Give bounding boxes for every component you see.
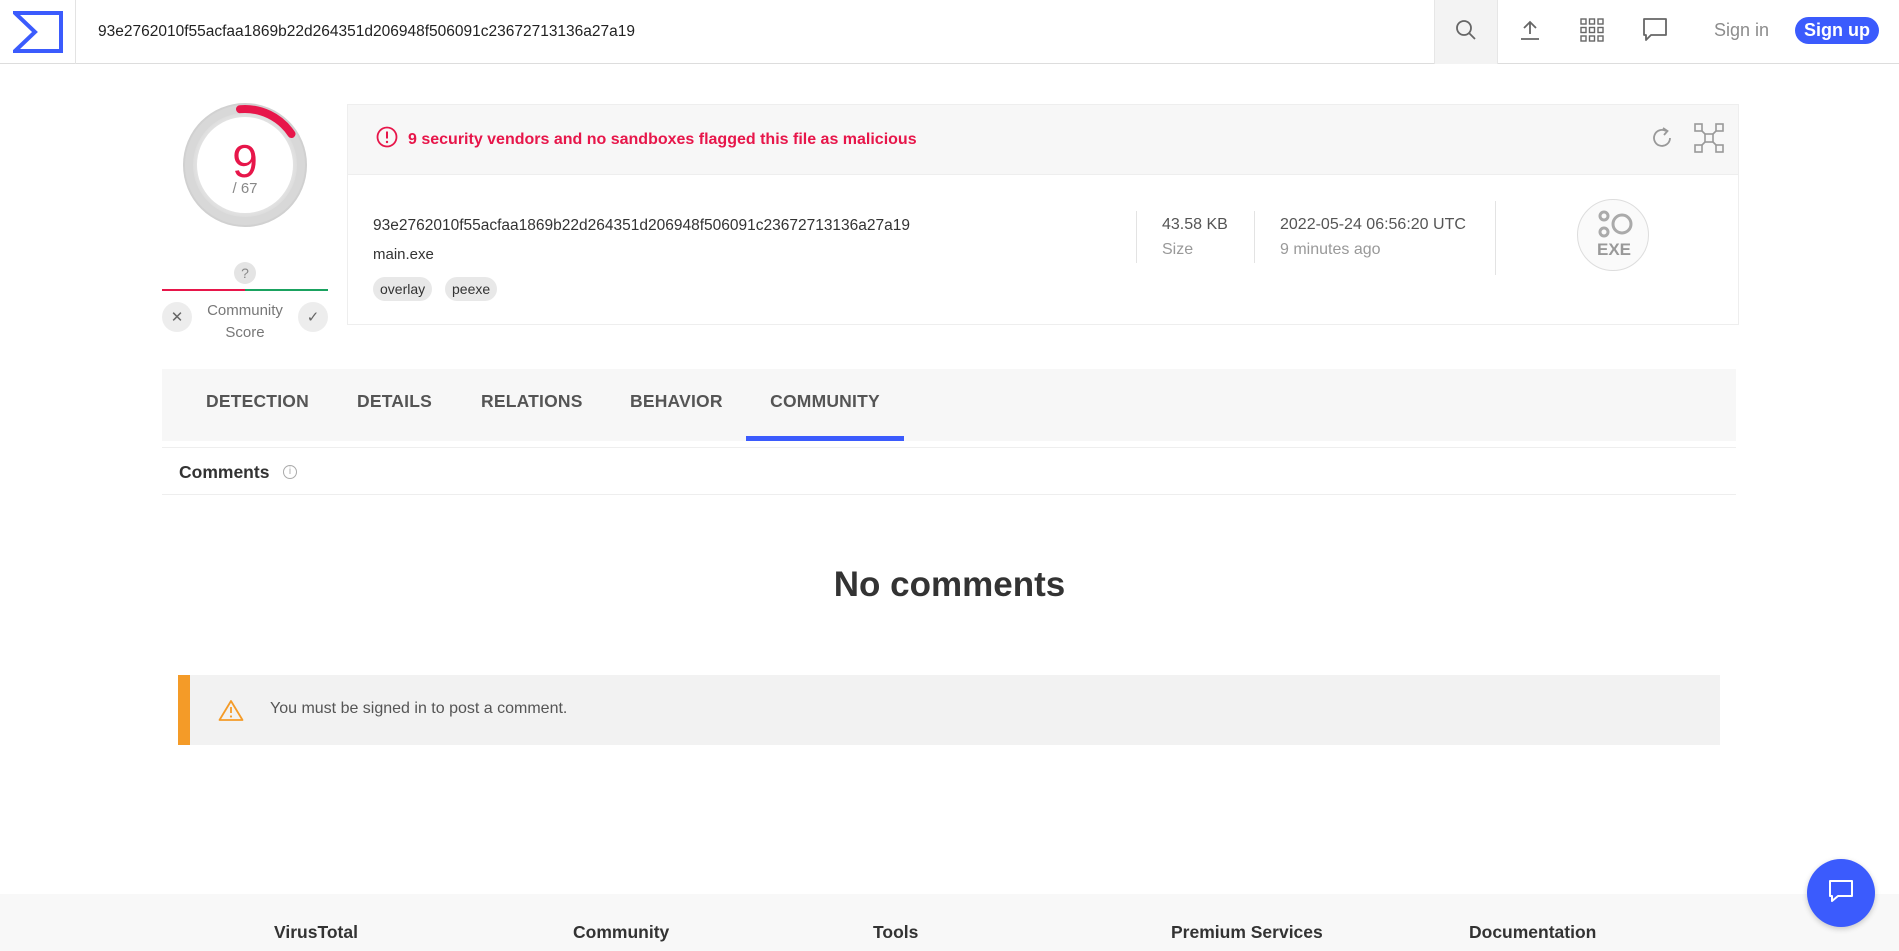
report-tabs: DETECTION DETAILS RELATIONS BEHAVIOR COM…	[162, 369, 1736, 441]
feedback-button[interactable]	[1625, 0, 1685, 64]
close-icon: ✕	[170, 309, 184, 326]
chat-button[interactable]	[1807, 859, 1875, 927]
comments-header: Comments i	[162, 447, 1736, 495]
empty-comments-message: No comments	[833, 565, 1066, 604]
detection-alert: 9 security vendors and no sandboxes flag…	[348, 105, 1738, 175]
file-tag[interactable]: peexe	[445, 277, 498, 301]
file-size-label: Size	[1162, 241, 1194, 258]
last-analysis-relative: 9 minutes ago	[1280, 241, 1381, 258]
community-score: ? ✕ Community Score ✓	[162, 258, 328, 348]
graph-view-button[interactable]	[1694, 123, 1724, 158]
info-icon[interactable]: i	[283, 465, 297, 479]
footer: VirusTotal Community Tools Premium Servi…	[0, 894, 1899, 951]
grid-icon	[1580, 17, 1604, 47]
divider	[1495, 201, 1496, 275]
comments-title: Comments	[179, 462, 270, 482]
tab-relations[interactable]: RELATIONS	[481, 369, 583, 441]
check-icon: ✓	[306, 309, 320, 326]
sign-in-link[interactable]: Sign in	[1714, 20, 1769, 41]
file-name: main.exe	[373, 246, 434, 263]
sign-up-button[interactable]: Sign up	[1795, 17, 1879, 44]
chat-icon	[1827, 878, 1855, 909]
signin-notice-text: You must be signed in to post a comment.	[270, 700, 568, 717]
vote-harmless-button[interactable]: ✓	[298, 302, 328, 332]
tab-community[interactable]: COMMUNITY	[746, 369, 904, 441]
community-score-bar	[162, 289, 328, 291]
tab-behavior[interactable]: BEHAVIOR	[630, 369, 723, 441]
detection-score: 9 / 67	[180, 100, 310, 230]
reanalyze-button[interactable]	[1649, 125, 1675, 156]
apps-button[interactable]	[1562, 0, 1622, 64]
warning-icon	[218, 699, 244, 726]
upload-icon	[1519, 19, 1541, 46]
graph-icon	[1694, 123, 1724, 157]
search-icon	[1455, 19, 1477, 46]
file-hash[interactable]: 93e2762010f55acfaa1869b22d264351d206948f…	[373, 217, 910, 235]
alert-message: 9 security vendors and no sandboxes flag…	[408, 130, 917, 148]
file-summary-card: 9 security vendors and no sandboxes flag…	[347, 104, 1739, 325]
community-score-label: Community Score	[207, 302, 283, 341]
alert-icon	[376, 126, 398, 153]
search-input[interactable]	[76, 0, 1434, 64]
footer-col-documentation: Documentation	[1469, 922, 1597, 942]
virustotal-logo[interactable]	[0, 0, 76, 64]
community-score-value: ?	[234, 262, 256, 284]
tab-details[interactable]: DETAILS	[357, 369, 432, 441]
refresh-icon	[1649, 127, 1675, 155]
footer-col-community: Community	[573, 922, 670, 942]
footer-col-premium: Premium Services	[1171, 922, 1323, 942]
top-bar: Sign in Sign up	[0, 0, 1899, 64]
file-type-label: EXE	[1596, 240, 1632, 259]
signin-notice: You must be signed in to post a comment.	[178, 675, 1720, 745]
file-type-badge: EXE	[1577, 199, 1649, 271]
file-tag[interactable]: overlay	[373, 277, 433, 301]
footer-col-virustotal: VirusTotal	[274, 922, 358, 942]
upload-button[interactable]	[1500, 0, 1560, 64]
file-size-value: 43.58 KB	[1162, 216, 1228, 233]
divider	[1254, 211, 1255, 263]
last-analysis-date: 2022-05-24 06:56:20 UTC	[1280, 216, 1466, 233]
chat-icon	[1642, 17, 1668, 48]
tab-detection[interactable]: DETECTION	[206, 369, 309, 441]
detection-total: / 67	[232, 180, 258, 197]
divider	[1136, 211, 1137, 263]
search-button[interactable]	[1434, 0, 1498, 64]
vote-malicious-button[interactable]: ✕	[162, 302, 192, 332]
footer-col-tools: Tools	[873, 922, 919, 942]
